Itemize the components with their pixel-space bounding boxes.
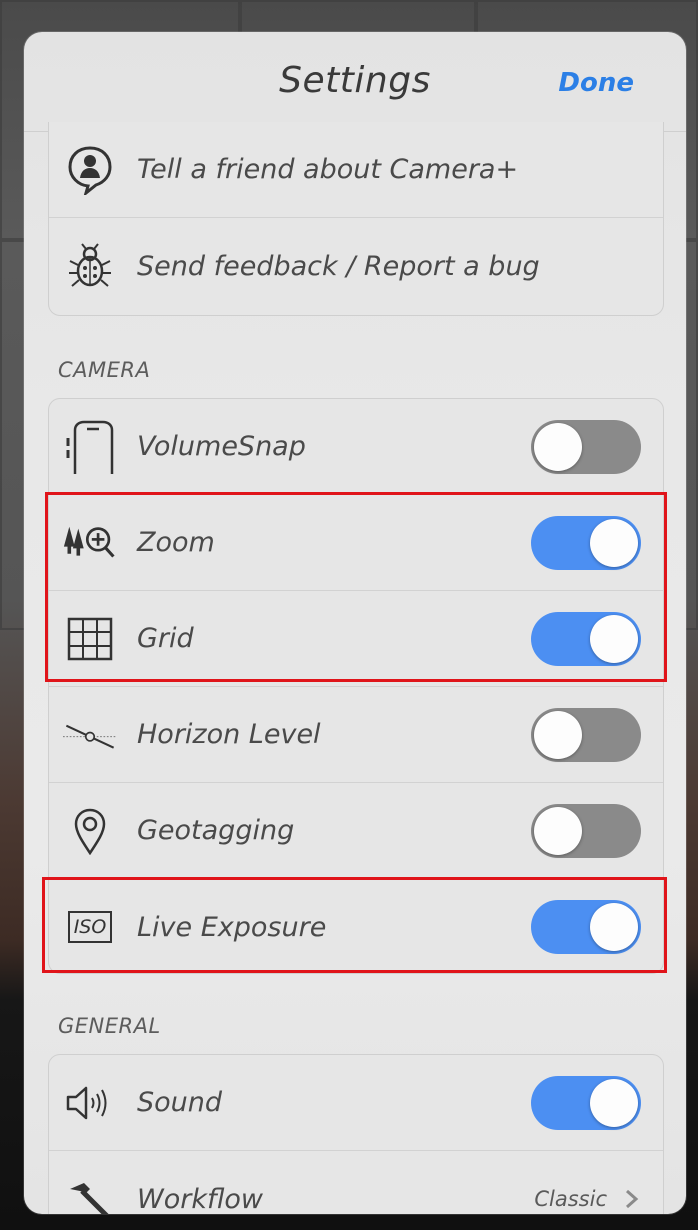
sound-toggle[interactable]: [531, 1075, 641, 1130]
geotagging-label: Geotagging: [137, 815, 295, 846]
volumesnap-toggle[interactable]: [531, 419, 641, 474]
send-feedback-row[interactable]: Send feedback / Report a bug: [49, 218, 663, 314]
grid-icon: [63, 612, 117, 666]
live-exposure-toggle[interactable]: [531, 900, 641, 954]
iso-text: ISO: [67, 911, 113, 943]
workflow-row[interactable]: Workflow Classic: [49, 1151, 663, 1214]
toggle-knob: [534, 710, 582, 759]
live-exposure-row: ISO Live Exposure: [49, 879, 663, 975]
workflow-value: Classic: [534, 1187, 607, 1211]
camera-group: VolumeSnap Zoom Grid Horizon Level Geota…: [48, 398, 664, 974]
send-feedback-label: Send feedback / Report a bug: [137, 250, 540, 282]
horizon-level-toggle[interactable]: [531, 707, 641, 762]
done-button[interactable]: Done: [558, 68, 634, 98]
chevron-right-icon: [621, 1189, 641, 1209]
zoom-label: Zoom: [137, 527, 215, 558]
camera-section-header: CAMERA: [58, 358, 151, 382]
toggle-knob: [534, 806, 582, 855]
speech-person-icon: [63, 143, 117, 197]
workflow-label: Workflow: [137, 1183, 263, 1215]
sound-label: Sound: [137, 1087, 223, 1118]
location-pin-icon: [63, 804, 117, 858]
zoom-toggle[interactable]: [531, 515, 641, 570]
grid-label: Grid: [137, 623, 194, 654]
iso-icon: ISO: [63, 900, 117, 954]
horizon-level-label: Horizon Level: [137, 719, 321, 750]
toggle-knob: [590, 518, 638, 567]
toggle-knob: [534, 422, 582, 471]
toggle-knob: [590, 614, 638, 663]
toggle-knob: [590, 1078, 638, 1127]
phone-volume-icon: [63, 420, 117, 474]
geotagging-row: Geotagging: [49, 783, 663, 879]
tell-friend-row[interactable]: Tell a friend about Camera+: [49, 122, 663, 218]
speaker-icon: [63, 1076, 117, 1130]
hammer-icon: [63, 1172, 117, 1214]
horizon-level-icon: [63, 708, 117, 762]
grid-row: Grid: [49, 591, 663, 687]
toggle-knob: [590, 903, 638, 951]
sound-row: Sound: [49, 1055, 663, 1151]
geotagging-toggle[interactable]: [531, 803, 641, 858]
bug-icon: [63, 239, 117, 293]
volumesnap-label: VolumeSnap: [137, 431, 306, 462]
social-group: Tell a friend about Camera+ Send feedbac…: [48, 122, 664, 316]
tell-friend-label: Tell a friend about Camera+: [137, 154, 519, 185]
zoom-row: Zoom: [49, 495, 663, 591]
settings-modal: Settings Done Tell a friend about Camera…: [24, 32, 686, 1214]
volumesnap-row: VolumeSnap: [49, 399, 663, 495]
general-section-header: GENERAL: [58, 1014, 161, 1038]
horizon-level-row: Horizon Level: [49, 687, 663, 783]
settings-header: Settings Done: [24, 32, 686, 132]
zoom-trees-icon: [63, 516, 117, 570]
grid-toggle[interactable]: [531, 611, 641, 666]
general-group: Sound Workflow Classic: [48, 1054, 664, 1214]
live-exposure-label: Live Exposure: [137, 911, 327, 943]
